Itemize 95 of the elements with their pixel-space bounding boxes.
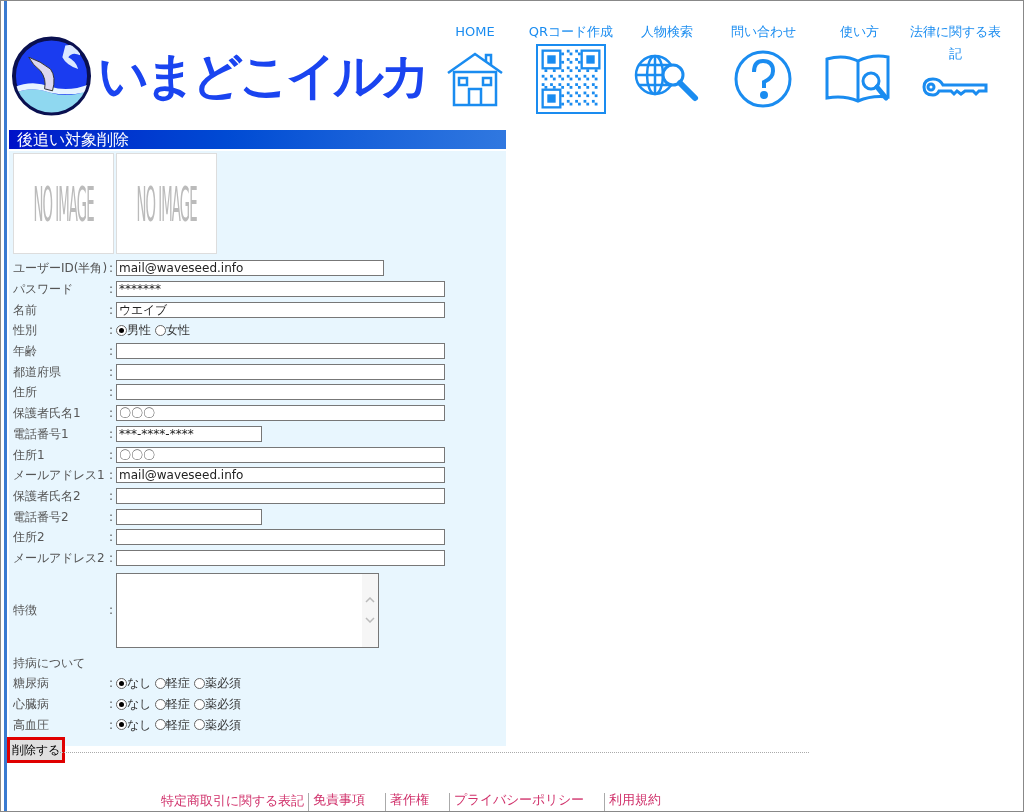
colon: : [107, 260, 114, 278]
radio-button[interactable] [155, 719, 166, 731]
field-label: メールアドレス1 [13, 467, 106, 485]
text-field[interactable] [116, 508, 262, 525]
radio-label: なし [127, 696, 151, 714]
text-field[interactable] [116, 363, 445, 380]
text-field[interactable]: ウエイブ [116, 301, 445, 318]
field-label: 保護者氏名1 [13, 405, 82, 423]
text-field[interactable]: 〇〇〇 [116, 446, 445, 463]
field-label: 年齢 [13, 343, 38, 361]
section-title: 後追い対象削除 [9, 130, 506, 149]
field-label: 電話番号1 [13, 425, 70, 443]
colon: : [107, 508, 114, 526]
text-field[interactable]: 〇〇〇 [116, 405, 445, 422]
nav-link[interactable]: 法律に関する表記 [907, 21, 1003, 115]
qr-code-icon [536, 44, 606, 114]
no-image-text: NO IMAGE [136, 176, 197, 231]
field-label: 保護者氏名2 [13, 487, 82, 505]
field-label: 心臓病 [13, 696, 50, 714]
colon: : [107, 343, 114, 361]
radio-button[interactable] [155, 677, 166, 689]
footer-link[interactable]: 著作権 [385, 793, 449, 811]
colon: : [107, 467, 114, 485]
nav-link[interactable]: 人物検索 [619, 21, 715, 115]
colon: : [107, 602, 114, 620]
radio-button[interactable] [116, 698, 127, 710]
text-field[interactable]: mail@waveseed.info [116, 260, 384, 277]
colon: : [107, 549, 114, 567]
field-label: 都道府県 [13, 363, 62, 381]
colon: : [107, 696, 114, 714]
nav-link[interactable]: 問い合わせ [715, 21, 811, 115]
text-field[interactable] [116, 487, 445, 504]
nav-link[interactable]: HOME [427, 21, 523, 115]
field-label: 糖尿病 [13, 675, 50, 693]
radio-label: 薬必須 [205, 696, 241, 714]
radio-button[interactable] [155, 324, 166, 336]
radio-label: 薬必須 [205, 716, 241, 734]
radio-label: 軽症 [166, 696, 190, 714]
colon: : [107, 363, 114, 381]
footer-link[interactable]: 利用規約 [604, 793, 681, 811]
colon: : [107, 675, 114, 693]
field-label: ユーザーID(半角) [13, 260, 106, 278]
radio-button[interactable] [116, 677, 127, 689]
field-label: 特徴 [13, 602, 38, 620]
field-label: 名前 [13, 301, 38, 319]
nav-link[interactable]: QRコード作成 [523, 21, 619, 115]
radio-button[interactable] [194, 698, 205, 710]
radio-button[interactable] [194, 677, 205, 689]
radio-button[interactable] [194, 719, 205, 731]
field-label: 住所1 [13, 446, 46, 464]
field-label: 住所2 [13, 529, 46, 547]
question-icon [733, 49, 793, 109]
field-label: 持病について [13, 654, 86, 672]
colon: : [107, 384, 114, 402]
colon: : [107, 487, 114, 505]
radio-label: 軽症 [166, 716, 190, 734]
radio-label: 軽症 [166, 675, 190, 693]
text-field[interactable] [116, 549, 445, 566]
no-image-text: NO IMAGE [33, 176, 94, 231]
text-area[interactable] [116, 572, 379, 648]
colon: : [107, 529, 114, 547]
colon: : [107, 405, 114, 423]
colon: : [107, 322, 114, 340]
text-field[interactable]: ***-****-**** [116, 425, 262, 442]
logo-text: いまどこイルカ [98, 51, 427, 101]
radio-button[interactable] [116, 719, 127, 731]
colon: : [107, 301, 114, 319]
text-field[interactable] [116, 384, 445, 401]
footer-link[interactable]: プライバシーポリシー [449, 793, 604, 811]
field-label: 高血圧 [13, 716, 50, 734]
text-field[interactable]: ******* [116, 281, 445, 298]
field-label: 電話番号2 [13, 508, 70, 526]
radio-label: 男性 [127, 322, 151, 340]
colon: : [107, 281, 114, 299]
text-field[interactable]: mail@waveseed.info [116, 467, 445, 484]
footer-link[interactable]: 特定商取引に関する表記 [161, 791, 308, 811]
field-label: 住所 [13, 384, 38, 402]
footer-link[interactable]: 免責事項 [308, 793, 385, 811]
radio-button[interactable] [155, 698, 166, 710]
colon: : [107, 716, 114, 734]
text-field[interactable] [116, 343, 445, 360]
radio-label: 薬必須 [205, 675, 241, 693]
field-label: 性別 [13, 322, 38, 340]
text-field[interactable] [116, 529, 445, 546]
radio-label: 女性 [166, 322, 190, 340]
colon: : [107, 425, 114, 443]
colon: : [107, 446, 114, 464]
radio-button[interactable] [116, 324, 127, 336]
radio-label: なし [127, 716, 151, 734]
nav-link[interactable]: 使い方 [811, 21, 907, 115]
delete-button[interactable]: 削除する [7, 737, 65, 764]
radio-label: なし [127, 675, 151, 693]
field-label: パスワード [13, 281, 74, 299]
field-label: メールアドレス2 [13, 549, 106, 567]
house-icon [446, 51, 504, 107]
